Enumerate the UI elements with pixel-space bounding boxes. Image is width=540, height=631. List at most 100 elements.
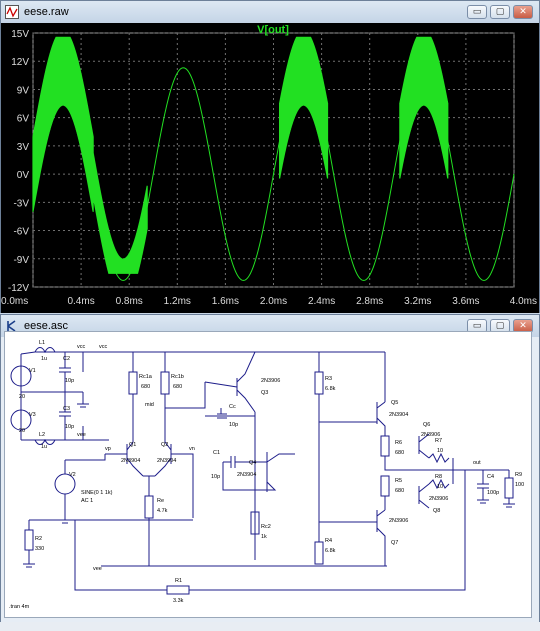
label-R1-val: 3.3k (173, 598, 184, 604)
x-tick-label: 4.0ms (510, 296, 537, 307)
label-R3-val: 6.8k (325, 386, 336, 392)
label-R9-val: 100 (515, 482, 524, 488)
label-R5: R5 (395, 478, 402, 484)
label-Re-val: 4.7k (157, 508, 168, 514)
x-tick-label: 2.0ms (260, 296, 287, 307)
label-C4-val: 100p (487, 490, 499, 496)
y-tick-label: 3V (17, 142, 30, 153)
plot-window-title: eese.raw (24, 6, 69, 18)
label-R2-val: 330 (35, 546, 44, 552)
label-Re: Re (157, 498, 164, 504)
plot-window-titlebar[interactable]: eese.raw ▭ ▢ ✕ (1, 1, 539, 23)
label-R6-val: 680 (395, 450, 404, 456)
label-Rc2: Rc2 (261, 524, 271, 530)
label-Rc1b-val: 680 (173, 384, 182, 390)
label-L1: L1 (39, 340, 45, 346)
x-tick-label: 2.8ms (356, 296, 383, 307)
label-V1-val: 20 (19, 394, 25, 400)
label-Q3: Q3 (261, 390, 268, 396)
schematic-canvas[interactable]: L1 1u V1 20 C2 10p V3 20 C3 10p L2 1u vc… (4, 331, 532, 618)
label-vn: vn (189, 446, 195, 452)
label-R7: R7 (435, 438, 442, 444)
y-tick-label: 0V (17, 170, 30, 181)
label-R3: R3 (325, 376, 332, 382)
label-C4: C4 (487, 474, 494, 480)
label-Q4-model: 2N3904 (237, 472, 256, 478)
minimize-button[interactable]: ▭ (467, 5, 487, 19)
x-tick-label: 0.4ms (67, 296, 94, 307)
label-V3-val: 20 (19, 428, 25, 434)
label-mid: mid (145, 402, 154, 408)
y-tick-label: -6V (13, 227, 29, 238)
waveform-icon (5, 5, 19, 19)
label-Q1: Q1 (129, 442, 136, 448)
label-Q5-model: 2N3904 (389, 412, 408, 418)
v-out-oscillation-band (32, 36, 449, 274)
label-L2: L2 (39, 432, 45, 438)
label-Q3-model: 2N3906 (261, 378, 280, 384)
label-C2: C2 (63, 356, 70, 362)
label-C3: C3 (63, 406, 70, 412)
label-vee1: vee (77, 432, 86, 438)
label-Q2: Q2 (161, 442, 168, 448)
x-tick-label: 1.2ms (164, 296, 191, 307)
label-L2-val: 1u (41, 444, 47, 450)
y-tick-label: 15V (11, 29, 29, 40)
label-out: out (473, 460, 481, 466)
label-Q1-model: 2N3904 (121, 458, 140, 464)
x-tick-label: 3.6ms (452, 296, 479, 307)
label-Q2-model: 2N3904 (157, 458, 176, 464)
label-V2-ac: AC 1 (81, 498, 93, 504)
label-Cc-val: 10p (229, 422, 238, 428)
label-V1: V1 (29, 368, 36, 374)
close-button[interactable]: ✕ (513, 5, 533, 19)
chart-title: V[out] (257, 24, 289, 36)
label-V3: V3 (29, 412, 36, 418)
label-Q8-model: 2N3906 (429, 496, 448, 502)
y-tick-label: 6V (17, 114, 30, 125)
label-R6: R6 (395, 440, 402, 446)
label-R7-val: 10 (437, 448, 443, 454)
x-tick-label: 0.8ms (116, 296, 143, 307)
label-vp: vp (105, 446, 111, 452)
label-Rc1a-val: 680 (141, 384, 150, 390)
label-V2: V2 (69, 472, 76, 478)
label-R5-val: 680 (395, 488, 404, 494)
label-vcc2: vcc (99, 344, 108, 350)
label-R4: R4 (325, 538, 332, 544)
waveform-chart[interactable]: 15V 12V 9V 6V 3V 0V -3V -6V -9V -12V 0.0ms 0.4ms 0.8… (1, 23, 539, 313)
label-C2-val: 10p (65, 378, 74, 384)
label-Cc: Cc (229, 404, 236, 410)
label-R2: R2 (35, 536, 42, 542)
label-Q7: Q7 (391, 540, 398, 546)
label-V2-val: SINE(0 1 1k) (81, 490, 113, 496)
label-Rc1a: Rc1a (139, 374, 153, 380)
label-R4-val: 6.8k (325, 548, 336, 554)
y-tick-label: 12V (11, 57, 29, 68)
label-Q6: Q6 (423, 422, 430, 428)
label-vcc1: vcc (77, 344, 86, 350)
plot-window: eese.raw ▭ ▢ ✕ 15V 12V 9V 6V 3V 0V -3V -6V -9V -1… (0, 0, 540, 313)
schematic-diagram[interactable]: L1 1u V1 20 C2 10p V3 20 C3 10p L2 1u vc… (5, 332, 531, 617)
label-Rc1b: Rc1b (171, 374, 184, 380)
label-C3-val: 10p (65, 424, 74, 430)
label-L1-val: 1u (41, 356, 47, 362)
label-R8: R8 (435, 474, 442, 480)
y-tick-label: -12V (8, 283, 29, 294)
label-R9: R9 (515, 472, 522, 478)
label-vee2: vee (93, 566, 102, 572)
y-tick-label: -9V (13, 255, 29, 266)
label-R8-val: 10 (437, 484, 443, 490)
label-C1-val: 10p (211, 474, 220, 480)
label-Rc2-val: 1k (261, 534, 267, 540)
label-Q4: Q4 (249, 460, 256, 466)
status-strip (0, 622, 540, 631)
label-tran: .tran 4m (9, 604, 30, 610)
x-tick-label: 3.2ms (404, 296, 431, 307)
y-tick-label: 9V (17, 85, 30, 96)
maximize-button[interactable]: ▢ (490, 5, 510, 19)
waveform-plot[interactable]: 15V 12V 9V 6V 3V 0V -3V -6V -9V -12V 0.0ms 0.4ms 0.8… (1, 23, 539, 313)
label-Q8: Q8 (433, 508, 440, 514)
label-Q7-model: 2N3906 (389, 518, 408, 524)
x-tick-label: 0.0ms (1, 296, 28, 307)
